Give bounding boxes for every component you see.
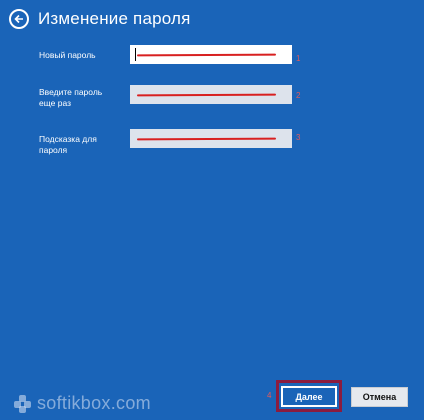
watermark-text: softikbox.com [37,393,151,413]
password-hint-label: Подсказка для пароля [39,134,97,155]
annotation-marker-3: 3 [296,133,301,142]
back-arrow-icon [14,14,23,24]
annotation-marker-2: 2 [296,91,301,100]
back-button[interactable] [9,9,29,29]
watermark-logo-icon [14,394,32,413]
cancel-button[interactable]: Отмена [351,387,408,407]
next-button[interactable]: Далее [281,386,337,407]
watermark: softikbox.com [14,393,151,414]
text-cursor [135,48,136,61]
confirm-password-label: Введите пароль еще раз [39,87,103,108]
confirm-password-field[interactable] [130,85,292,105]
annotation-marker-1: 1 [296,54,301,63]
annotation-marker-4: 4 [267,391,272,400]
password-hint-field[interactable] [130,129,292,149]
new-password-label: Новый пароль [39,50,96,60]
page-title: Изменение пароля [38,9,191,28]
page-header: Изменение пароля [9,9,191,29]
new-password-field[interactable] [130,45,292,65]
